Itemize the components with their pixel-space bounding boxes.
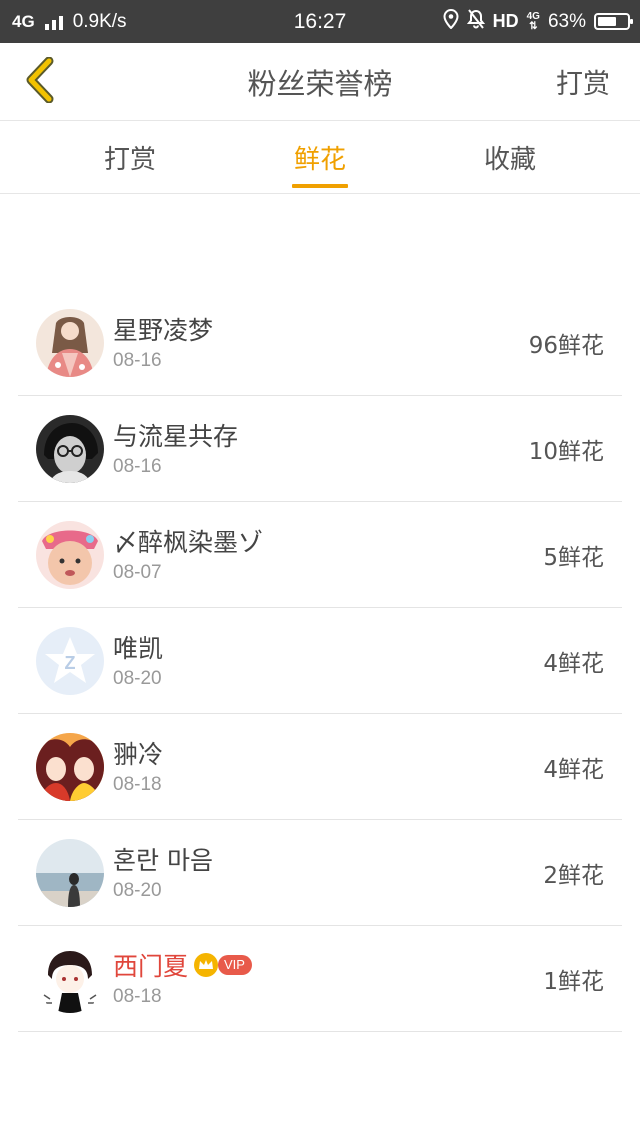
user-name: 西门夏 VIP xyxy=(113,947,252,983)
user-name-text: 翀冷 xyxy=(113,740,164,769)
user-name-text: 唯凯 xyxy=(113,634,164,663)
user-name: 星野凌梦 xyxy=(113,311,213,347)
gift-date: 08-16 xyxy=(113,456,162,477)
tab-bar: 打赏 鲜花 收藏 xyxy=(0,121,640,194)
list-item[interactable]: 翀冷 08-18 4鲜花 xyxy=(18,714,622,820)
fan-ranking-list: 星野凌梦 08-16 96鲜花 与流星共存 08-16 10鲜花 〆醉枫染墨ゾ … xyxy=(18,290,622,1032)
avatar[interactable] xyxy=(36,733,104,801)
user-name: 与流星共存 xyxy=(113,417,238,453)
user-name: 혼란 마음 xyxy=(113,841,213,877)
flower-count: 4鲜花 xyxy=(543,756,604,783)
battery-fill xyxy=(598,17,616,26)
avatar[interactable] xyxy=(36,945,104,1013)
page-title: 粉丝荣誉榜 xyxy=(247,66,393,101)
list-item[interactable]: 혼란 마음 08-20 2鲜花 xyxy=(18,820,622,926)
user-name-text: 〆醉枫染墨ゾ xyxy=(113,528,264,557)
data-indicator-network: 4G xyxy=(526,10,540,22)
svg-text:Z: Z xyxy=(65,653,76,673)
avatar[interactable] xyxy=(36,309,104,377)
default-star-avatar: Z xyxy=(36,627,104,695)
list-item[interactable]: 〆醉枫染墨ゾ 08-07 5鲜花 xyxy=(18,502,622,608)
avatar[interactable]: Z xyxy=(36,627,104,695)
tab-favorites[interactable]: 收藏 xyxy=(440,121,580,193)
baby-avatar xyxy=(36,521,104,589)
back-button[interactable] xyxy=(10,53,70,111)
tab-label: 打赏 xyxy=(103,144,156,175)
avatar[interactable] xyxy=(36,415,104,483)
user-name-text: 与流星共存 xyxy=(113,422,239,451)
flower-count: 96鲜花 xyxy=(528,332,604,359)
user-name-text: 혼란 마음 xyxy=(113,846,213,875)
tab-label: 鲜花 xyxy=(293,144,346,175)
user-name: 唯凯 xyxy=(113,629,163,665)
tab-reward[interactable]: 打赏 xyxy=(60,121,200,193)
gift-date: 08-07 xyxy=(113,562,162,583)
anime-boy-avatar xyxy=(36,945,104,1013)
status-right: HD 4G ⇅ 63% xyxy=(443,0,633,43)
gift-date: 08-20 xyxy=(113,668,162,689)
girl-kimono-avatar xyxy=(36,309,104,377)
user-name: 翀冷 xyxy=(113,735,163,771)
crown-icon xyxy=(194,953,219,977)
data-indicator-arrows: ⇅ xyxy=(529,20,538,32)
reward-button[interactable]: 打赏 xyxy=(556,43,610,120)
list-item[interactable]: Z 唯凯 08-20 4鲜花 xyxy=(18,608,622,714)
flower-count: 2鲜花 xyxy=(543,862,604,889)
list-item[interactable]: 与流星共存 08-16 10鲜花 xyxy=(18,396,622,502)
data-indicator: 4G ⇅ xyxy=(526,10,540,32)
flower-count: 10鲜花 xyxy=(528,438,604,465)
battery-icon xyxy=(594,13,633,30)
user-name-text: 星野凌梦 xyxy=(113,316,214,345)
location-icon xyxy=(443,8,459,35)
gift-date: 08-18 xyxy=(113,986,162,1007)
chevron-left-icon xyxy=(23,56,57,107)
hd-indicator: HD xyxy=(492,11,519,31)
seaside-avatar xyxy=(36,839,104,907)
user-name: 〆醉枫染墨ゾ xyxy=(113,523,263,559)
list-item[interactable]: 星野凌梦 08-16 96鲜花 xyxy=(18,290,622,396)
gift-date: 08-18 xyxy=(113,774,162,795)
anime-girls-avatar xyxy=(36,733,104,801)
vip-badge: VIP xyxy=(218,955,252,975)
flower-count: 5鲜花 xyxy=(543,544,604,571)
glasses-person-avatar xyxy=(36,415,104,483)
flower-count: 4鲜花 xyxy=(543,650,604,677)
active-tab-indicator xyxy=(292,184,348,188)
gift-date: 08-20 xyxy=(113,880,162,901)
tab-flowers[interactable]: 鲜花 xyxy=(250,121,390,193)
battery-percent: 63% xyxy=(547,10,586,32)
header: 粉丝荣誉榜 打赏 xyxy=(0,43,640,121)
tab-label: 收藏 xyxy=(483,144,536,175)
gift-date: 08-16 xyxy=(113,350,162,371)
user-name-text: 西门夏 xyxy=(113,952,189,981)
status-bar: 4G 0.9K/s 16:27 HD 4G ⇅ 63% xyxy=(0,0,640,43)
avatar[interactable] xyxy=(36,521,104,589)
mute-bell-icon xyxy=(466,8,485,35)
flower-count: 1鲜花 xyxy=(543,968,604,995)
list-item[interactable]: 西门夏 VIP 08-18 1鲜花 xyxy=(18,926,622,1032)
avatar[interactable] xyxy=(36,839,104,907)
